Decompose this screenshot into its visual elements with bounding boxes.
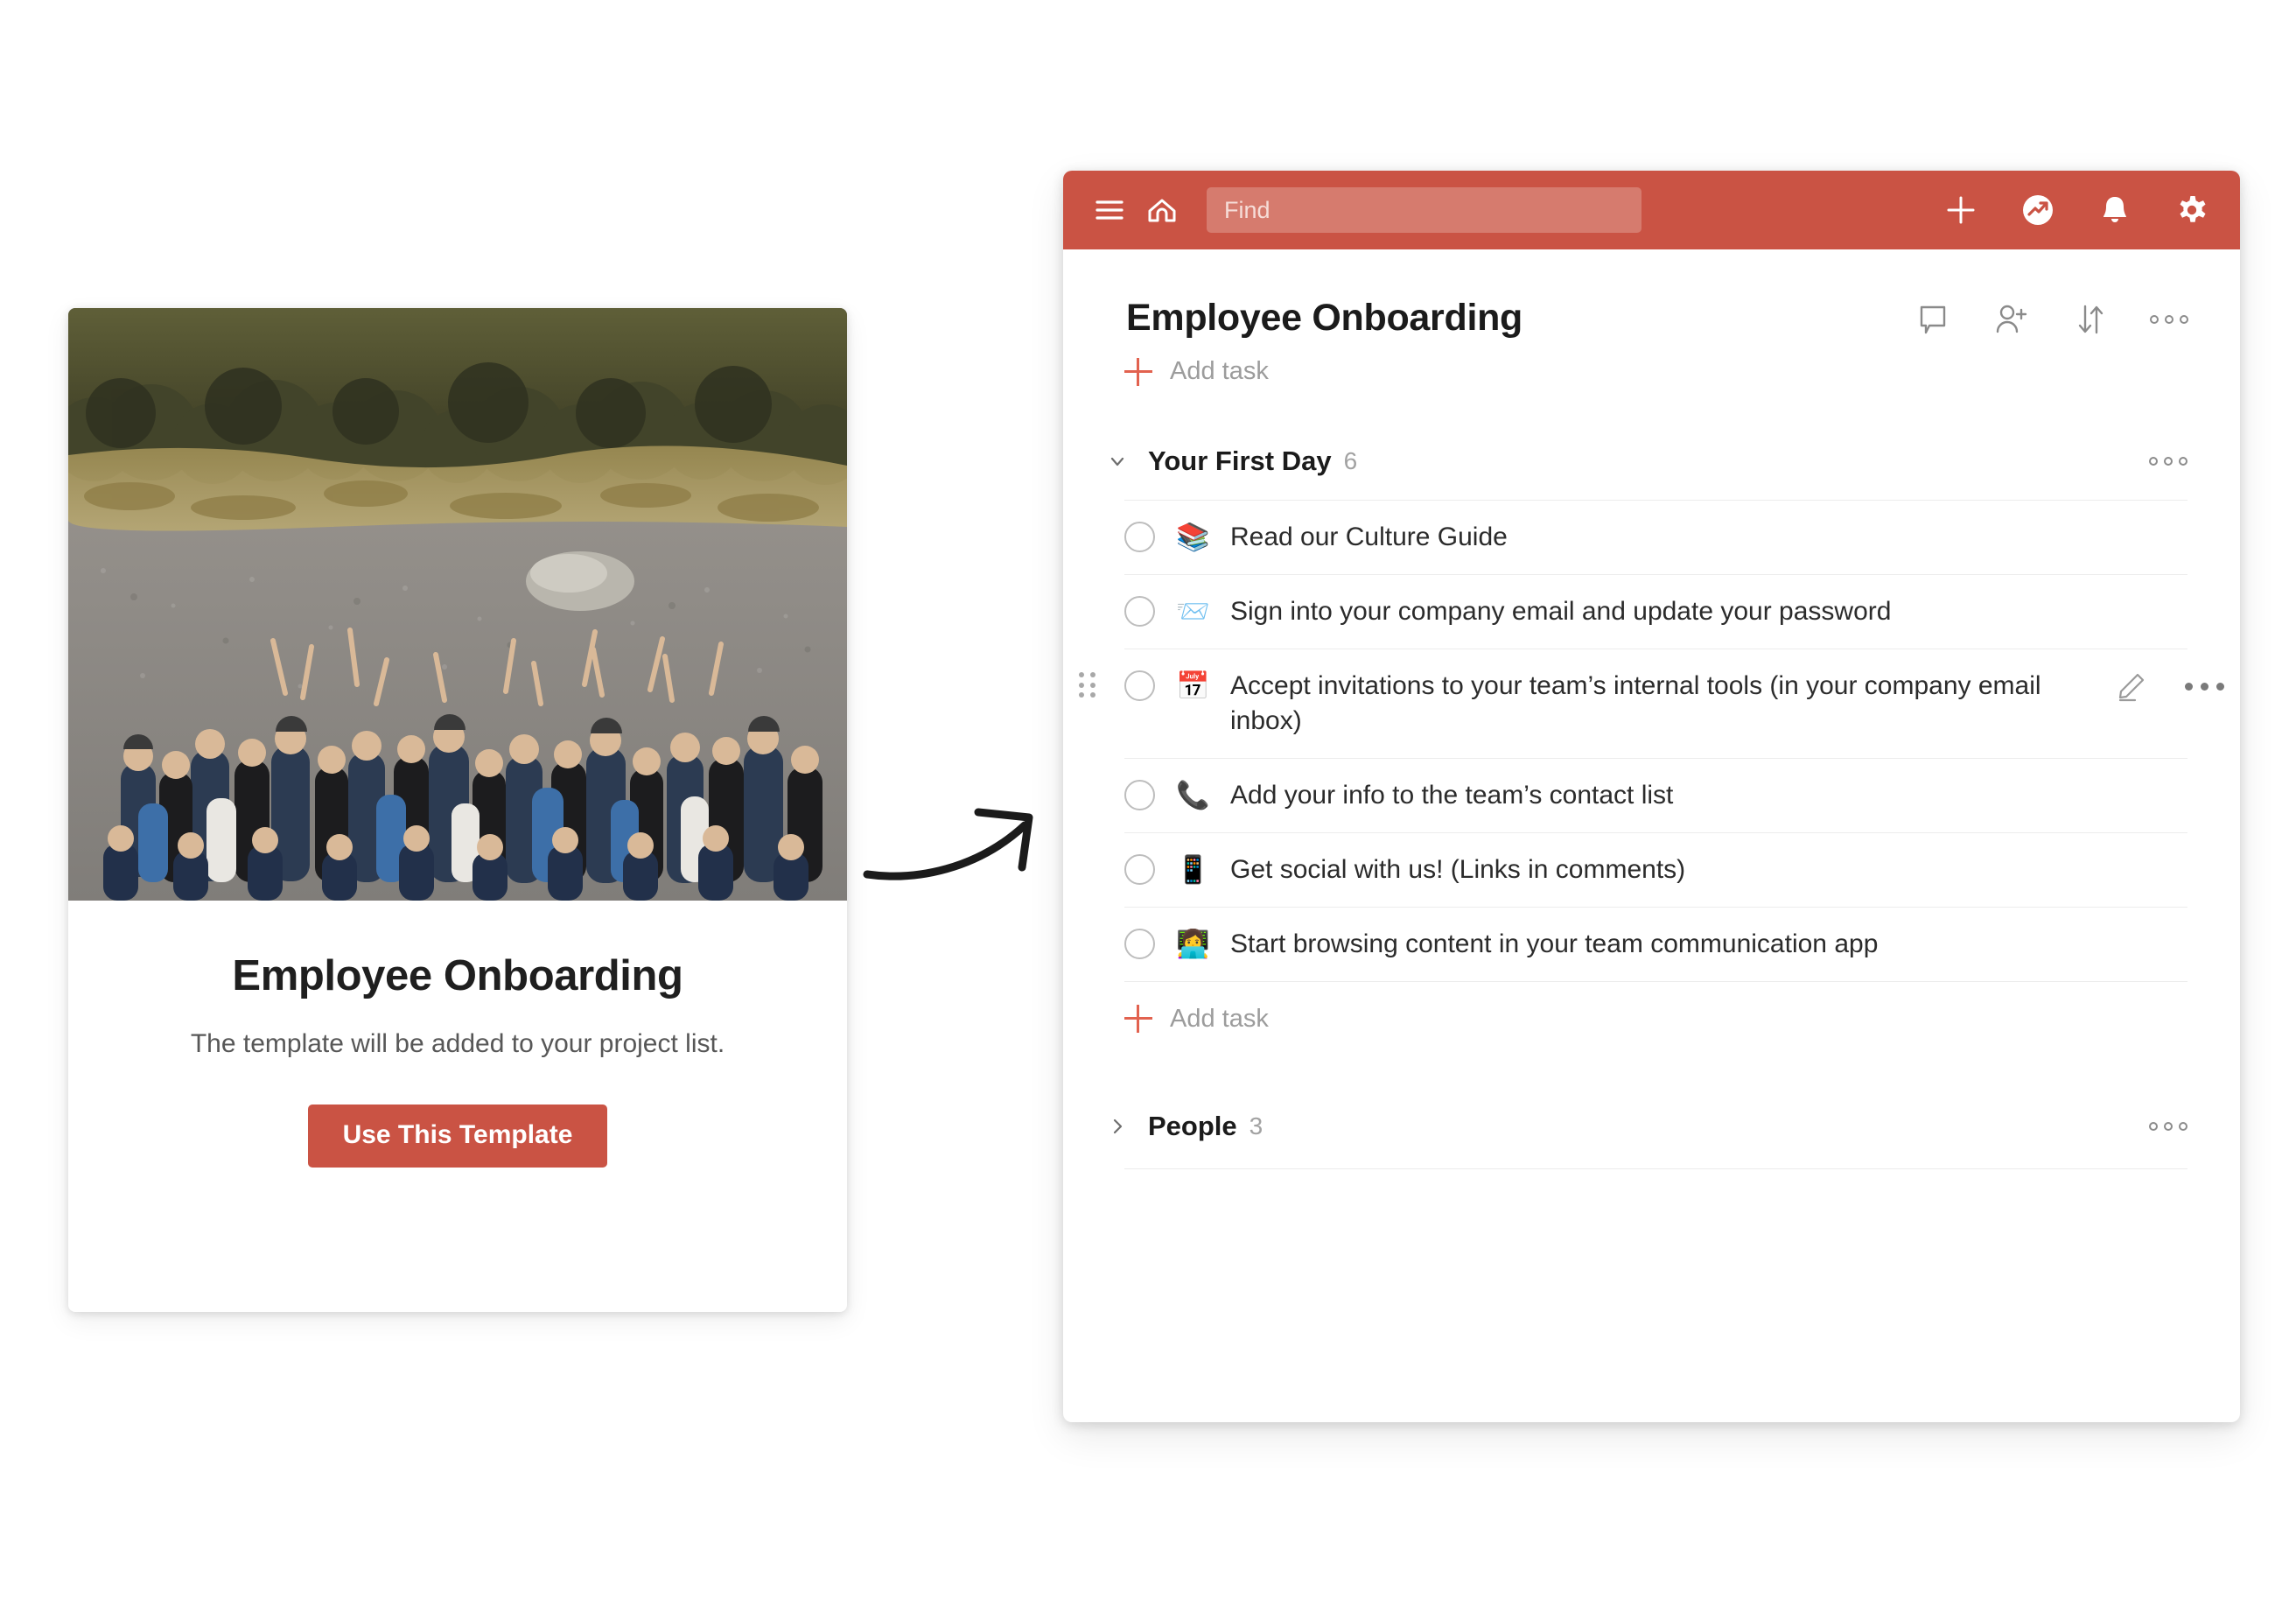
use-this-template-button[interactable]: Use This Template	[307, 1105, 608, 1168]
telephone-receiver-emoji: 📞	[1176, 779, 1210, 811]
home-icon[interactable]	[1135, 189, 1189, 231]
section-header: People 3	[1063, 1111, 2240, 1142]
mobile-phone-emoji: 📱	[1176, 853, 1210, 886]
template-preview-card: Employee Onboarding The template will be…	[68, 308, 847, 1312]
task-checkbox[interactable]	[1124, 779, 1155, 810]
add-task-label: Add task	[1170, 1004, 1269, 1033]
project-more-button[interactable]	[2150, 301, 2188, 338]
task-title: Start browsing content in your team comm…	[1230, 929, 1879, 958]
section-header: Your First Day 6	[1063, 445, 2240, 477]
edit-pencil-icon[interactable]	[2114, 670, 2147, 704]
topbar-actions	[1942, 191, 2211, 229]
sort-arrows-icon[interactable]	[2072, 301, 2109, 338]
task-title: Sign into your company email and update …	[1230, 597, 1892, 626]
add-person-icon[interactable]	[1993, 301, 2030, 338]
task-title: Add your info to the team’s contact list	[1230, 780, 1674, 810]
table-row[interactable]: 👩‍💻 Start browsing content in your team …	[1124, 906, 2188, 981]
table-row[interactable]: 📞 Add your info to the team’s contact li…	[1124, 757, 2188, 832]
section-people: People 3	[1063, 1111, 2240, 1169]
add-task-label: Add task	[1170, 357, 1269, 385]
task-title: Get social with us! (Links in comments)	[1230, 854, 1686, 884]
add-task-section[interactable]: Add task	[1124, 980, 2188, 1034]
table-row[interactable]: 📅 Accept invitations to your team’s inte…	[1079, 649, 2224, 758]
woman-technologist-emoji: 👩‍💻	[1176, 928, 1210, 960]
search-placeholder: Find	[1224, 196, 1270, 223]
task-checkbox[interactable]	[1124, 596, 1155, 627]
template-title: Employee Onboarding	[232, 952, 683, 999]
template-subtitle: The template will be added to your proje…	[190, 1029, 725, 1059]
ellipsis-icon	[2149, 457, 2188, 466]
incoming-envelope-emoji: 📨	[1176, 596, 1210, 628]
chevron-right-icon[interactable]	[1104, 1113, 1130, 1140]
curved-arrow-icon	[862, 783, 1072, 901]
trending-up-circle-icon[interactable]	[2019, 191, 2057, 229]
section-count: 6	[1343, 447, 1358, 474]
books-emoji: 📚	[1176, 522, 1210, 553]
task-list: 📚 Read our Culture Guide 📨 Sign into you…	[1063, 500, 2240, 1034]
table-row[interactable]: 📱 Get social with us! (Links in comments…	[1124, 831, 2188, 907]
section-more-button[interactable]	[2149, 1121, 2188, 1131]
app-topbar: Find	[1063, 171, 2240, 249]
gear-icon[interactable]	[2173, 191, 2211, 229]
drag-handle-icon[interactable]	[1079, 672, 1096, 698]
chevron-down-icon[interactable]	[1104, 448, 1130, 474]
plus-icon	[1124, 357, 1152, 386]
table-row[interactable]: 📨 Sign into your company email and updat…	[1124, 574, 2188, 649]
task-title: Accept invitations to your team’s intern…	[1230, 671, 2041, 735]
task-checkbox[interactable]	[1124, 853, 1155, 885]
ellipsis-icon	[2149, 1121, 2188, 1131]
screenshot-stage: Employee Onboarding The template will be…	[0, 0, 2296, 1613]
comment-icon[interactable]	[1914, 301, 1951, 338]
template-hero-photo	[68, 308, 847, 901]
app-window: Find Employee Onboarding Add task Your F…	[1063, 171, 2240, 1422]
section-title: People	[1148, 1110, 1237, 1141]
search-input[interactable]: Find	[1207, 187, 1642, 233]
section-title: Your First Day	[1148, 445, 1332, 476]
bell-icon[interactable]	[2096, 191, 2134, 229]
section-your-first-day: Your First Day 6 📚 Read our Culture Guid…	[1063, 445, 2240, 1034]
task-checkbox[interactable]	[1124, 670, 1155, 701]
ellipsis-icon	[2150, 315, 2188, 324]
ellipsis-icon	[2185, 683, 2224, 691]
task-checkbox[interactable]	[1124, 522, 1155, 552]
calendar-emoji: 📅	[1176, 670, 1210, 702]
add-task-top[interactable]: Add task	[1063, 338, 2240, 386]
task-title: Read our Culture Guide	[1230, 522, 1508, 551]
task-more-button[interactable]	[2185, 683, 2224, 691]
plus-icon[interactable]	[1942, 191, 1980, 229]
task-checkbox[interactable]	[1124, 928, 1155, 959]
project-actions	[1914, 298, 2188, 338]
section-more-button[interactable]	[2149, 457, 2188, 466]
hamburger-menu-icon[interactable]	[1086, 189, 1133, 231]
project-header: Employee Onboarding	[1063, 249, 2240, 338]
page-title: Employee Onboarding	[1126, 297, 1523, 339]
section-divider	[1124, 1168, 2188, 1169]
plus-icon	[1124, 1005, 1152, 1034]
template-card-body: Employee Onboarding The template will be…	[68, 901, 847, 1168]
section-count: 3	[1249, 1112, 1264, 1140]
table-row[interactable]: 📚 Read our Culture Guide	[1124, 500, 2188, 574]
